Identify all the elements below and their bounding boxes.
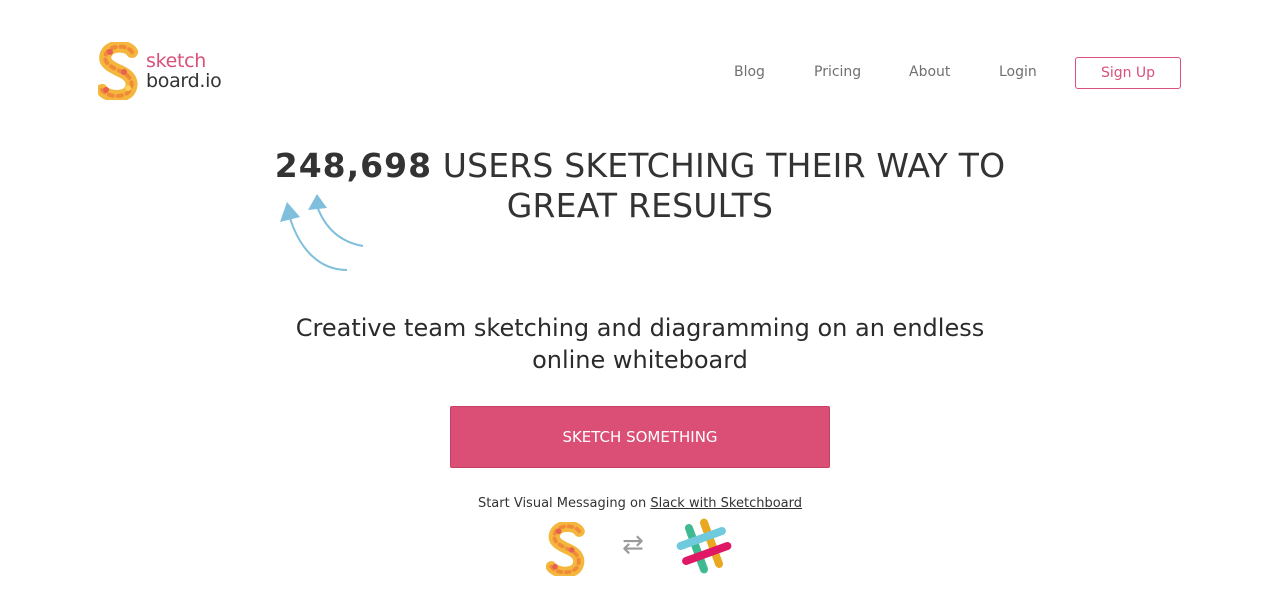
slack-link[interactable]: Slack with Sketchboard xyxy=(650,496,802,511)
curved-arrows-icon xyxy=(280,194,364,271)
nav-about-link[interactable]: About xyxy=(909,64,950,80)
slack-promo: Start Visual Messaging on Slack with Ske… xyxy=(340,496,940,511)
integration-icons: ⇄ xyxy=(540,516,740,576)
nav-blog-link[interactable]: Blog xyxy=(734,64,765,80)
logo-text-board: board.io xyxy=(146,70,222,92)
swap-arrows-icon: ⇄ xyxy=(622,530,644,560)
logo[interactable]: sketch board.io xyxy=(98,41,228,101)
s-mosaic-logo-icon xyxy=(98,42,138,100)
user-count: 248,698 xyxy=(274,146,433,185)
sketch-something-button[interactable]: SKETCH SOMETHING xyxy=(450,406,830,468)
slack-logo-icon xyxy=(676,518,732,574)
logo-text-sketch: sketch xyxy=(146,50,207,72)
slack-promo-text: Start Visual Messaging on xyxy=(477,496,651,511)
nav-login-link[interactable]: Login xyxy=(999,64,1037,80)
signup-button[interactable]: Sign Up xyxy=(1075,57,1181,89)
hero-subtitle: Creative team sketching and diagramming … xyxy=(295,314,985,374)
nav-pricing-link[interactable]: Pricing xyxy=(814,64,861,80)
sketchboard-s-icon xyxy=(546,522,585,576)
headline-text: USERS SKETCHING THEIR WAY TO GREAT RESUL… xyxy=(432,146,1006,225)
